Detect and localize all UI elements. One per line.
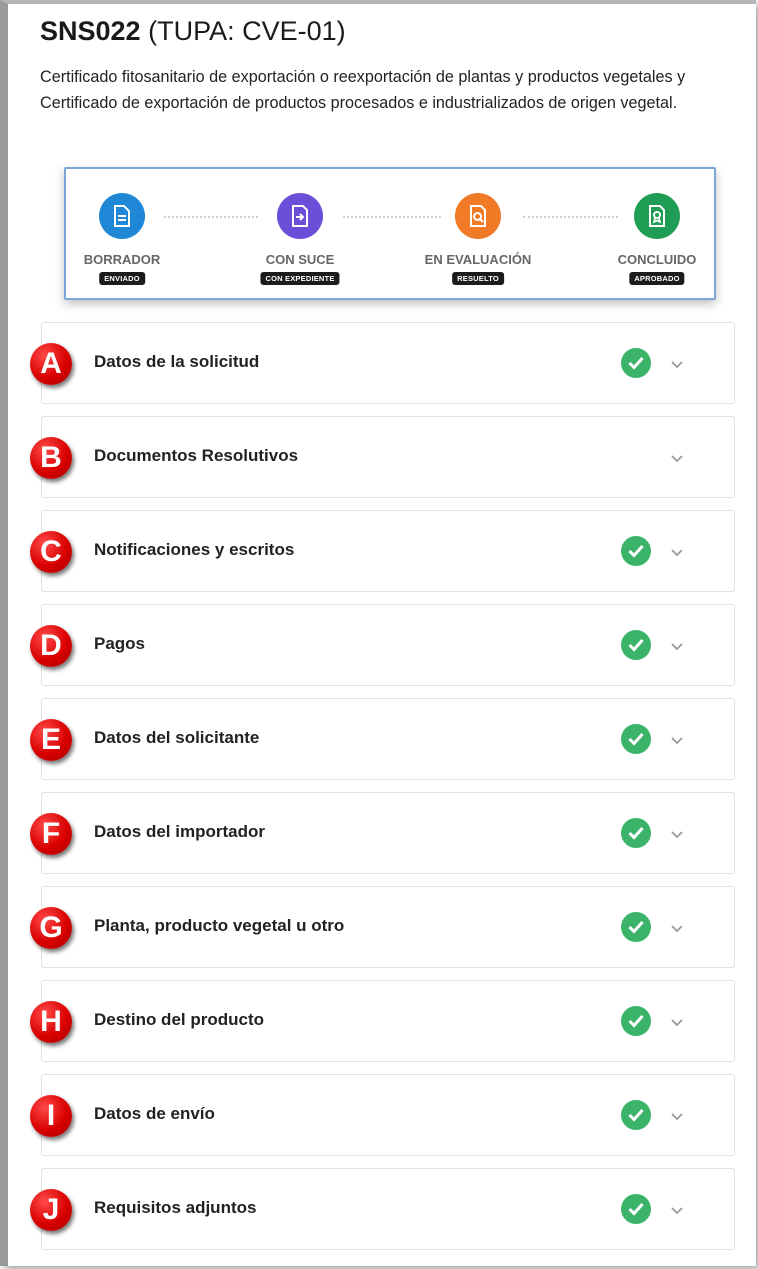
step-label: EN EVALUACIÓN [424, 252, 532, 267]
step-badge: APROBADO [629, 272, 685, 285]
marker-badge: I [30, 1095, 72, 1137]
section-documentos-resolutivos[interactable]: B Documentos Resolutivos [30, 416, 735, 498]
section-title: Requisitos adjuntos [94, 1198, 257, 1217]
chevron-down-icon[interactable] [670, 1108, 684, 1126]
check-icon [621, 724, 651, 754]
step-label: CON SUCE [265, 252, 335, 267]
marker-badge: D [30, 625, 72, 667]
check-icon [621, 536, 651, 566]
section-datos-importador[interactable]: F Datos del importador [30, 792, 735, 874]
chevron-down-icon[interactable] [670, 920, 684, 938]
page-frame: SNS022 (TUPA: CVE-01) Certificado fitosa… [0, 0, 756, 1266]
file-arrow-icon [277, 193, 323, 239]
step-concluido: CONCLUIDO APROBADO [592, 169, 722, 298]
marker-badge: F [30, 813, 72, 855]
marker-badge: J [30, 1189, 72, 1231]
section-title: Planta, producto vegetal u otro [94, 916, 345, 935]
procedure-code: SNS022 [40, 16, 141, 46]
section-title: Datos de la solicitud [94, 352, 260, 371]
procedure-description: Certificado fitosanitario de exportación… [40, 68, 686, 112]
step-badge: RESUELTO [452, 272, 504, 285]
section-pagos[interactable]: D Pagos [30, 604, 735, 686]
section-destino-producto[interactable]: H Destino del producto [30, 980, 735, 1062]
document-icon [99, 193, 145, 239]
section-datos-envio[interactable]: I Datos de envío [30, 1074, 735, 1156]
step-en-evaluacion: EN EVALUACIÓN RESUELTO [413, 169, 543, 298]
file-certificate-icon [634, 193, 680, 239]
status-stepper: BORRADOR ENVIADO CON SUCE CON EXPEDIENTE… [64, 167, 716, 300]
page-title: SNS022 (TUPA: CVE-01) [40, 16, 346, 47]
section-datos-solicitante[interactable]: E Datos del solicitante [30, 698, 735, 780]
step-badge: CON EXPEDIENTE [260, 272, 340, 285]
step-badge: ENVIADO [99, 272, 145, 285]
step-con-suce: CON SUCE CON EXPEDIENTE [235, 169, 365, 298]
check-icon [621, 912, 651, 942]
step-label: BORRADOR [83, 252, 161, 267]
section-requisitos-adjuntos[interactable]: J Requisitos adjuntos [30, 1168, 735, 1250]
section-title: Pagos [94, 634, 146, 653]
chevron-down-icon[interactable] [670, 356, 684, 374]
section-notificaciones[interactable]: C Notificaciones y escritos [30, 510, 735, 592]
marker-badge: B [30, 437, 72, 479]
marker-badge: G [30, 907, 72, 949]
section-title: Datos del importador [94, 822, 265, 841]
section-title: Datos de envío [94, 1104, 215, 1123]
section-title: Destino del producto [94, 1010, 264, 1029]
check-icon [621, 1006, 651, 1036]
section-planta-producto[interactable]: G Planta, producto vegetal u otro [30, 886, 735, 968]
check-icon [621, 818, 651, 848]
step-label: CONCLUIDO [617, 252, 697, 267]
chevron-down-icon[interactable] [670, 826, 684, 844]
marker-badge: C [30, 531, 72, 573]
chevron-down-icon[interactable] [670, 1202, 684, 1220]
tupa-code: (TUPA: CVE-01) [148, 16, 346, 46]
marker-badge: E [30, 719, 72, 761]
chevron-down-icon[interactable] [670, 1014, 684, 1032]
section-datos-solicitud[interactable]: A Datos de la solicitud [30, 322, 735, 404]
check-icon [621, 630, 651, 660]
section-title: Datos del solicitante [94, 728, 260, 747]
step-borrador: BORRADOR ENVIADO [57, 169, 187, 298]
chevron-down-icon[interactable] [670, 450, 684, 468]
section-title: Documentos Resolutivos [94, 446, 299, 465]
check-icon [621, 348, 651, 378]
chevron-down-icon[interactable] [670, 544, 684, 562]
chevron-down-icon[interactable] [670, 732, 684, 750]
marker-badge: H [30, 1001, 72, 1043]
marker-badge: A [30, 343, 72, 385]
check-icon [621, 1100, 651, 1130]
check-icon [621, 1194, 651, 1224]
section-title: Notificaciones y escritos [94, 540, 295, 559]
file-search-icon [455, 193, 501, 239]
chevron-down-icon[interactable] [670, 638, 684, 656]
